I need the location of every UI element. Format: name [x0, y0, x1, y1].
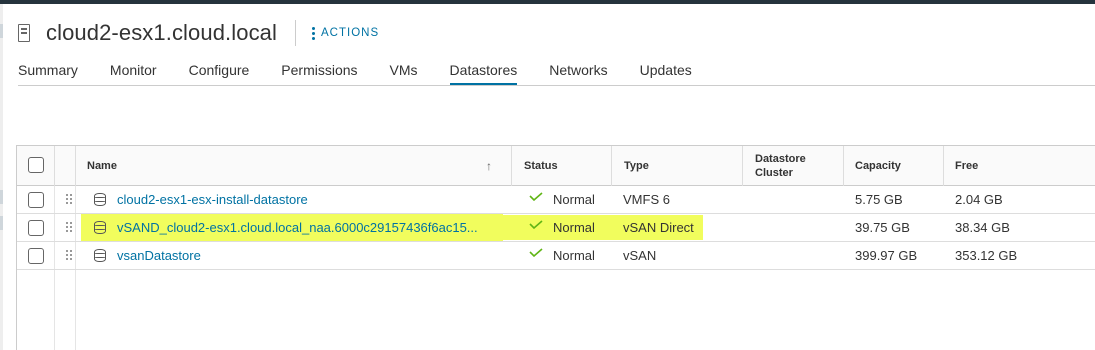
- column-header-capacity[interactable]: Capacity: [855, 160, 901, 172]
- rail-marker: [0, 190, 3, 204]
- row-checkbox[interactable]: [28, 248, 44, 264]
- status-text: Normal: [553, 248, 595, 263]
- column-divider: [742, 146, 743, 186]
- rail-marker: [0, 216, 3, 230]
- tab-vms[interactable]: VMs: [390, 58, 418, 86]
- checkmark-icon: [529, 220, 543, 229]
- datastore-name-link[interactable]: vSAND_cloud2-esx1.cloud.local_naa.6000c2…: [117, 220, 502, 235]
- column-header-status[interactable]: Status: [524, 160, 558, 172]
- datastore-name-link[interactable]: cloud2-esx1-esx-install-datastore: [117, 192, 502, 207]
- tab-datastores[interactable]: Datastores: [449, 58, 517, 86]
- checkmark-icon: [529, 248, 543, 257]
- drag-handle-icon[interactable]: [66, 194, 72, 204]
- column-header-free[interactable]: Free: [955, 160, 978, 172]
- column-header-type[interactable]: Type: [624, 160, 649, 172]
- free-text: 353.12 GB: [955, 248, 1018, 263]
- tab-permissions[interactable]: Permissions: [281, 58, 357, 86]
- drag-handle-icon[interactable]: [66, 222, 72, 232]
- host-server-icon: [18, 24, 30, 42]
- row-checkbox[interactable]: [28, 192, 44, 208]
- tab-summary[interactable]: Summary: [18, 58, 78, 86]
- row-checkbox[interactable]: [28, 220, 44, 236]
- rail-marker: [0, 24, 3, 38]
- page-title: cloud2-esx1.cloud.local: [46, 20, 277, 45]
- type-text: vSAN: [623, 248, 657, 263]
- object-header: cloud2-esx1.cloud.local ACTIONS: [18, 18, 379, 48]
- datastores-grid: Name ↑ Status Type Datastore Cluster Cap…: [16, 145, 1095, 350]
- column-divider: [943, 146, 944, 186]
- column-header-datastore-cluster-line2[interactable]: Cluster: [755, 167, 793, 179]
- grid-header: Name ↑ Status Type Datastore Cluster Cap…: [17, 146, 1095, 186]
- status-text: Normal: [553, 220, 595, 235]
- top-navigation-bar: [0, 0, 1095, 4]
- header-divider: [295, 20, 296, 46]
- table-row[interactable]: cloud2-esx1-esx-install-datastore Normal…: [17, 186, 1095, 214]
- column-divider: [54, 146, 55, 186]
- column-divider: [511, 146, 512, 186]
- tab-networks[interactable]: Networks: [549, 58, 607, 86]
- capacity-text: 5.75 GB: [855, 192, 903, 207]
- vertical-ellipsis-icon: [312, 26, 315, 40]
- column-divider: [611, 146, 612, 186]
- datastore-cylinder-icon: [94, 249, 106, 262]
- column-divider: [843, 146, 844, 186]
- column-header-datastore-cluster-line1[interactable]: Datastore: [755, 153, 806, 165]
- object-tabs: Summary Monitor Configure Permissions VM…: [18, 58, 724, 86]
- tabs-divider: [18, 85, 1095, 86]
- capacity-text: 39.75 GB: [855, 220, 910, 235]
- column-header-name[interactable]: Name: [87, 160, 117, 172]
- free-text: 38.34 GB: [955, 220, 1010, 235]
- tab-updates[interactable]: Updates: [640, 58, 692, 86]
- datastore-cylinder-icon: [94, 221, 106, 234]
- select-all-checkbox[interactable]: [28, 157, 44, 173]
- checkmark-icon: [529, 192, 543, 201]
- tab-configure[interactable]: Configure: [189, 58, 250, 86]
- table-row[interactable]: vSAND_cloud2-esx1.cloud.local_naa.6000c2…: [17, 214, 1095, 242]
- table-row[interactable]: vsanDatastore Normal vSAN 399.97 GB 353.…: [17, 242, 1095, 270]
- type-text: vSAN Direct: [623, 220, 694, 235]
- column-divider: [75, 146, 76, 186]
- actions-menu-button[interactable]: ACTIONS: [312, 26, 380, 40]
- status-text: Normal: [553, 192, 595, 207]
- capacity-text: 399.97 GB: [855, 248, 918, 263]
- sort-ascending-arrow-icon[interactable]: ↑: [486, 159, 492, 173]
- drag-handle-icon[interactable]: [66, 250, 72, 260]
- inventory-panel-edge: [0, 4, 3, 350]
- type-text: VMFS 6: [623, 192, 670, 207]
- free-text: 2.04 GB: [955, 192, 1003, 207]
- tab-monitor[interactable]: Monitor: [110, 58, 157, 86]
- datastore-cylinder-icon: [94, 193, 106, 206]
- actions-label: ACTIONS: [321, 27, 380, 39]
- datastore-name-link[interactable]: vsanDatastore: [117, 248, 502, 263]
